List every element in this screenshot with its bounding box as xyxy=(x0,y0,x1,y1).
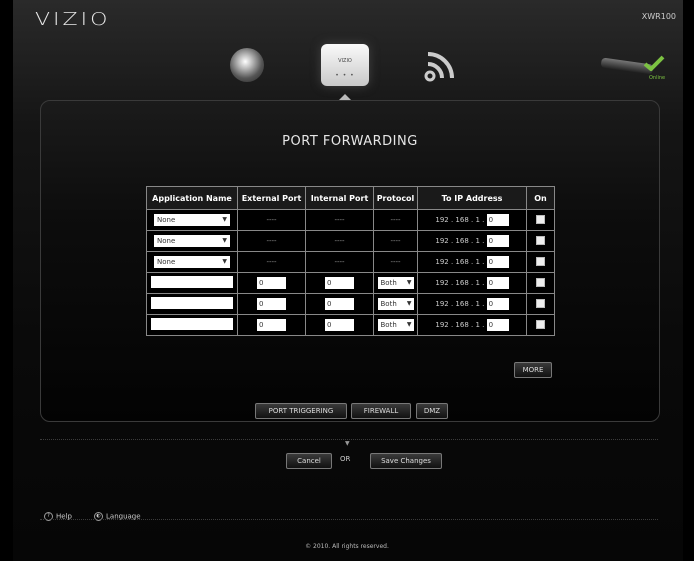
col-header: On xyxy=(526,186,555,210)
wifi-icon[interactable] xyxy=(422,48,462,84)
enable-checkbox[interactable] xyxy=(536,298,545,308)
checkmark-icon xyxy=(643,55,665,71)
save-changes-button[interactable]: Save Changes xyxy=(370,453,442,469)
router-nav-button[interactable]: VIZIO • • • xyxy=(321,44,369,86)
chevron-down-icon: ▼ xyxy=(406,279,412,286)
application-select[interactable]: None ▼ xyxy=(154,214,230,226)
port-triggering-button[interactable]: PORT TRIGGERING xyxy=(255,403,347,419)
online-status-text: Online xyxy=(649,75,666,81)
vizio-logo: VIZIO xyxy=(35,10,111,30)
ip-prefix: 192 . 168 . 1 . xyxy=(435,216,485,224)
more-button[interactable]: MORE xyxy=(514,362,552,378)
col-header: External Port xyxy=(237,186,306,210)
protocol-cell: ---- xyxy=(373,209,418,231)
enable-checkbox[interactable] xyxy=(536,319,545,329)
internal-port-input[interactable]: 0 xyxy=(325,298,354,310)
internal-port-cell: ---- xyxy=(305,209,374,231)
ip-last-octet-input[interactable]: 0 xyxy=(486,277,509,289)
internal-port-cell: ---- xyxy=(305,251,374,273)
application-name-input[interactable] xyxy=(151,297,233,309)
ip-last-octet-input[interactable]: 0 xyxy=(486,319,509,331)
chevron-down-icon: ▼ xyxy=(222,237,227,244)
col-header: Internal Port xyxy=(305,186,374,210)
external-port-cell: ---- xyxy=(237,230,306,252)
ip-prefix: 192 . 168 . 1 . xyxy=(435,279,485,287)
internal-port-input[interactable]: 0 xyxy=(325,277,354,289)
enable-checkbox[interactable] xyxy=(536,235,545,245)
enable-checkbox[interactable] xyxy=(536,214,545,224)
chevron-down-icon: ▼ xyxy=(406,300,412,307)
chevron-down-icon: ▼ xyxy=(222,258,227,265)
ip-last-octet-input[interactable]: 0 xyxy=(486,235,509,247)
protocol-select[interactable]: Both ▼ xyxy=(377,319,414,331)
external-port-input[interactable]: 0 xyxy=(257,298,286,310)
ip-prefix: 192 . 168 . 1 . xyxy=(435,237,485,245)
application-select[interactable]: None ▼ xyxy=(154,256,230,268)
application-name-input[interactable] xyxy=(151,276,233,288)
globe-icon[interactable] xyxy=(230,48,264,82)
ip-last-octet-input[interactable]: 0 xyxy=(486,256,509,268)
page-title: PORT FORWARDING xyxy=(282,134,418,149)
external-port-cell: ---- xyxy=(237,251,306,273)
router-label: VIZIO xyxy=(338,58,352,64)
ip-last-octet-input[interactable]: 0 xyxy=(486,298,509,310)
ip-prefix: 192 . 168 . 1 . xyxy=(435,321,485,329)
protocol-cell: ---- xyxy=(373,251,418,273)
select-value: Both xyxy=(380,300,397,308)
table-row: None ▼ ---- ---- ---- 192 . 168 . 1 . 0 xyxy=(146,209,555,231)
table-header-row: Application Name External Port Internal … xyxy=(146,186,555,210)
enable-checkbox[interactable] xyxy=(536,277,545,287)
divider xyxy=(40,519,658,520)
table-row: None ▼ ---- ---- ---- 192 . 168 . 1 . 0 xyxy=(146,251,555,273)
select-value: None xyxy=(157,237,176,245)
ip-prefix: 192 . 168 . 1 . xyxy=(435,300,485,308)
external-port-input[interactable]: 0 xyxy=(257,319,286,331)
table-row: 0 0 Both ▼ 192 . 168 . 1 . 0 xyxy=(146,272,555,294)
external-port-cell: ---- xyxy=(237,209,306,231)
protocol-select[interactable]: Both ▼ xyxy=(377,277,414,289)
firewall-button[interactable]: FIREWALL xyxy=(351,403,411,419)
col-header: Application Name xyxy=(146,186,238,210)
application-name-input[interactable] xyxy=(151,318,233,330)
external-port-input[interactable]: 0 xyxy=(257,277,286,289)
model-name: XWR100 xyxy=(641,12,676,21)
ip-prefix: 192 . 168 . 1 . xyxy=(435,258,485,266)
select-value: Both xyxy=(380,321,397,329)
protocol-select[interactable]: Both ▼ xyxy=(377,298,414,310)
chevron-down-icon: ▼ xyxy=(345,440,350,447)
cancel-button[interactable]: Cancel xyxy=(286,453,332,469)
protocol-cell: ---- xyxy=(373,230,418,252)
table-row: 0 0 Both ▼ 192 . 168 . 1 . 0 xyxy=(146,293,555,315)
router-dots: • • • xyxy=(335,72,355,79)
or-label: OR xyxy=(340,455,351,463)
enable-checkbox[interactable] xyxy=(536,256,545,266)
device-status: Online xyxy=(597,55,671,85)
ip-last-octet-input[interactable]: 0 xyxy=(486,214,509,226)
table-row: 0 0 Both ▼ 192 . 168 . 1 . 0 xyxy=(146,314,555,336)
dmz-button[interactable]: DMZ xyxy=(416,403,448,419)
port-forwarding-table: Application Name External Port Internal … xyxy=(146,186,555,336)
chevron-down-icon: ▼ xyxy=(406,321,412,328)
col-header: To IP Address xyxy=(417,186,527,210)
copyright: © 2010. All rights reserved. xyxy=(305,543,389,550)
chevron-down-icon: ▼ xyxy=(222,216,227,223)
select-value: None xyxy=(157,216,176,224)
select-value: Both xyxy=(380,279,397,287)
table-row: None ▼ ---- ---- ---- 192 . 168 . 1 . 0 xyxy=(146,230,555,252)
select-value: None xyxy=(157,258,176,266)
internal-port-input[interactable]: 0 xyxy=(325,319,354,331)
internal-port-cell: ---- xyxy=(305,230,374,252)
application-select[interactable]: None ▼ xyxy=(154,235,230,247)
col-header: Protocol xyxy=(373,186,418,210)
